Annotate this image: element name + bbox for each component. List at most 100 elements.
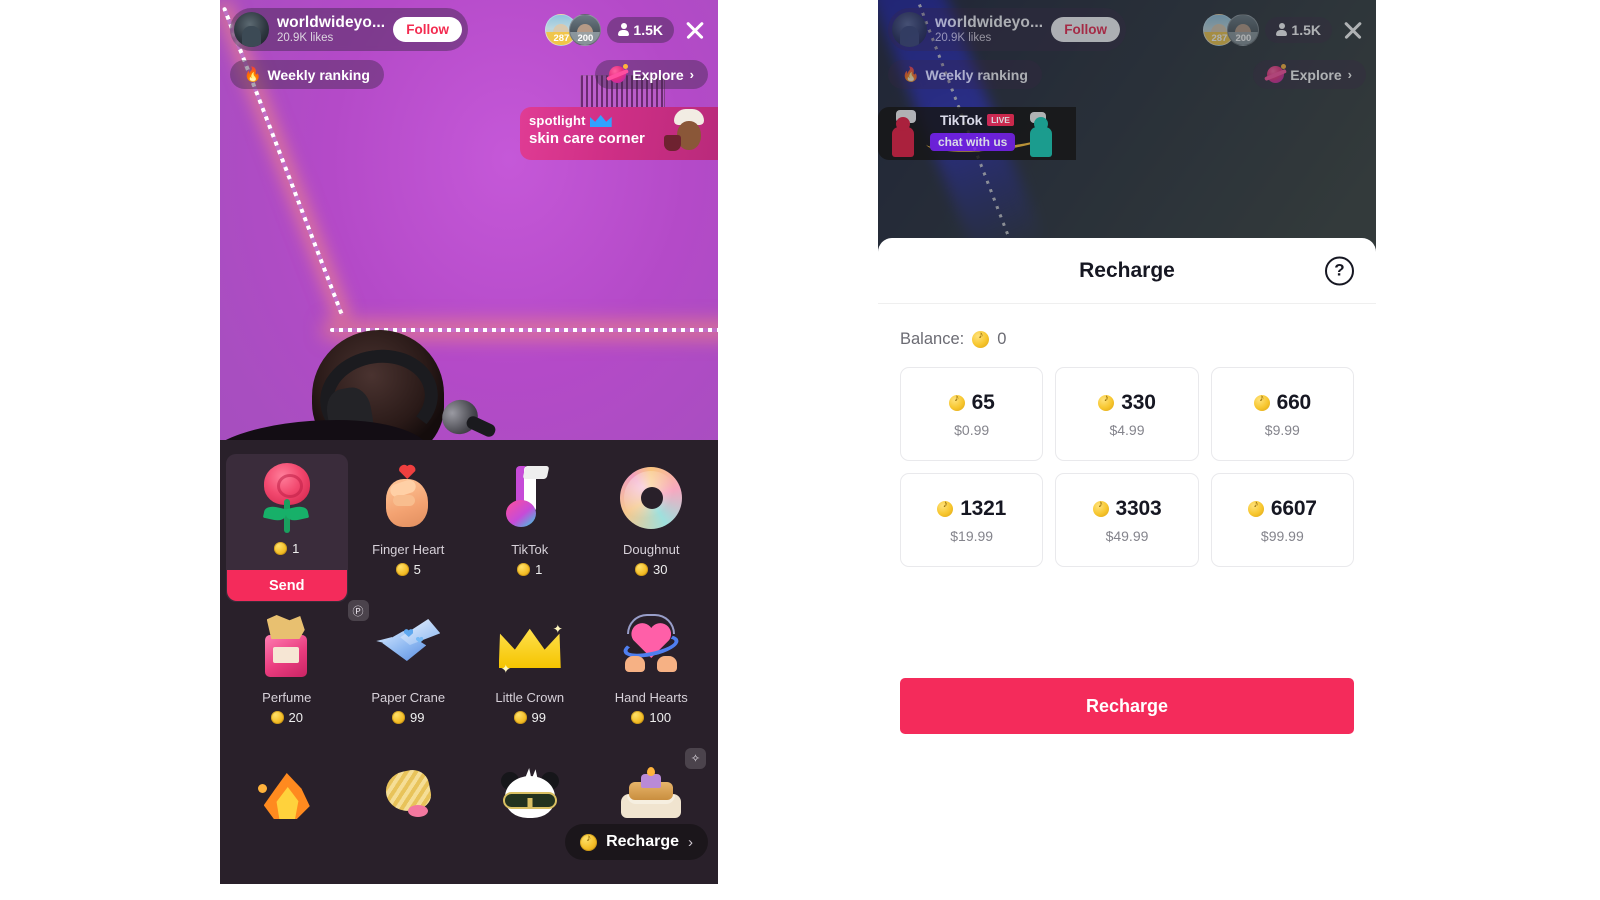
- top-gifter-avatars[interactable]: 287 200: [1203, 13, 1260, 46]
- host-avatar[interactable]: [892, 12, 927, 47]
- coin-package-option[interactable]: 65 $0.99: [900, 367, 1044, 461]
- promo-illustration: [664, 109, 712, 158]
- coin-amount: 6607: [1270, 496, 1317, 520]
- coin-amount-row: 660: [1253, 390, 1312, 415]
- viewer-count-value: 1.5K: [1291, 21, 1321, 38]
- gift-item-cake[interactable]: ✧: [591, 748, 713, 884]
- recharge-pill-button[interactable]: Recharge ›: [565, 824, 708, 860]
- follow-button[interactable]: Follow: [1051, 17, 1120, 42]
- explore-label: Explore: [632, 66, 684, 83]
- gift-item-doughnut[interactable]: Doughnut 30: [591, 454, 713, 602]
- coin-icon: [1098, 393, 1115, 411]
- balance-value: 0: [997, 330, 1007, 348]
- coin-icon: [937, 499, 954, 517]
- coin-icon: [635, 563, 649, 576]
- coin-package-grid: 65 $0.99 330 $4.99 660 $9.99: [878, 349, 1376, 567]
- host-avatar[interactable]: [234, 12, 269, 47]
- corn-icon: [363, 756, 453, 832]
- phone-left-live-gift-panel: worldwideyo... 20.9K likes Follow 287 20…: [220, 0, 718, 884]
- chat-with-us-label: chat with us: [930, 133, 1016, 151]
- coin-package-option[interactable]: 660 $9.99: [1210, 367, 1354, 461]
- live-header-right-group: 287 200 1.5K: [1203, 13, 1366, 46]
- coin-amount-row: 3303: [1092, 497, 1162, 521]
- coin-amount: 660: [1276, 390, 1312, 414]
- live-badge: LIVE: [987, 114, 1014, 126]
- top-gifter-avatar-2[interactable]: 200: [569, 13, 602, 46]
- coin-package-option[interactable]: 6607 $99.99: [1210, 473, 1354, 567]
- recharge-button[interactable]: Recharge: [900, 678, 1354, 734]
- promo-line-1: spotlight: [529, 113, 586, 128]
- gift-price-row: 100: [631, 710, 671, 725]
- page-title: Recharge: [1079, 258, 1175, 282]
- gift-name: Little Crown: [495, 690, 565, 705]
- spotlight-promo-banner[interactable]: spotlight skin care corner: [520, 107, 718, 160]
- balance-label: Balance:: [900, 330, 965, 348]
- gift-item-panda[interactable]: [469, 750, 591, 884]
- gift-price-value: 99: [410, 710, 425, 725]
- live-header-top-row: worldwideyo... 20.9K likes Follow 287 20…: [230, 8, 708, 51]
- package-price: $0.99: [954, 421, 990, 438]
- viewer-count-value: 1.5K: [633, 21, 663, 38]
- gift-item-rose[interactable]: 1 Send: [226, 454, 348, 602]
- coin-package-option[interactable]: 1321 $19.99: [900, 473, 1044, 567]
- host-like-count: 20.9K likes: [935, 31, 992, 44]
- live-header-bottom-row: 🔥 Weekly ranking Explore ›: [230, 60, 708, 89]
- gift-name: Finger Heart: [372, 542, 445, 557]
- chevron-right-icon: ›: [1347, 67, 1352, 82]
- gift-name: Hand Hearts: [614, 690, 688, 705]
- weekly-ranking-chip[interactable]: 🔥 Weekly ranking: [888, 60, 1042, 89]
- follow-button[interactable]: Follow: [393, 17, 462, 42]
- recharge-sheet-header: Recharge ?: [878, 238, 1376, 304]
- question-mark-icon[interactable]: ?: [1325, 256, 1354, 285]
- tiktok-note-icon: [485, 460, 575, 536]
- flame-icon: 🔥: [902, 66, 920, 82]
- close-icon[interactable]: [682, 17, 708, 43]
- gift-item-hand-hearts[interactable]: Hand Hearts 100: [591, 602, 713, 750]
- send-button[interactable]: Send: [227, 570, 347, 601]
- gift-name: Doughnut: [623, 542, 680, 557]
- gift-item-finger-heart[interactable]: Finger Heart 5: [348, 454, 470, 602]
- weekly-ranking-label: Weekly ranking: [267, 66, 370, 83]
- coin-icon: [948, 393, 965, 411]
- gift-price-value: 100: [649, 710, 672, 725]
- top-gifter-avatar-2[interactable]: 200: [1227, 13, 1260, 46]
- live-header-left: worldwideyo... 20.9K likes Follow 287 20…: [220, 0, 718, 97]
- coin-icon: [270, 711, 284, 724]
- coin-amount-row: 6607: [1247, 496, 1317, 521]
- coin-icon: [1247, 499, 1264, 517]
- gift-item-flame[interactable]: [226, 750, 348, 884]
- gift-item-tiktok[interactable]: TikTok 1: [469, 454, 591, 602]
- close-icon[interactable]: [1340, 17, 1366, 43]
- host-info-pill[interactable]: worldwideyo... 20.9K likes Follow: [230, 8, 468, 51]
- viewer-count-pill[interactable]: 1.5K: [607, 16, 674, 43]
- perfume-icon: [242, 608, 332, 684]
- gift-item-little-crown[interactable]: ✦ ✦ Little Crown 99: [469, 602, 591, 750]
- top-gifter-avatars[interactable]: 287 200: [545, 13, 602, 46]
- top-gifter-score-2: 200: [1228, 31, 1259, 45]
- gift-item-perfume[interactable]: Perfume 20: [226, 602, 348, 750]
- person-icon: [1276, 23, 1288, 36]
- explore-chip[interactable]: Explore ›: [1253, 60, 1366, 89]
- live-header-top-row: worldwideyo... 20.9K likes Follow 287 20…: [888, 8, 1366, 51]
- coin-amount-row: 330: [1098, 391, 1156, 415]
- gift-item-paper-crane[interactable]: Ⓟ Paper Crane 99: [347, 600, 470, 750]
- gift-item-corn[interactable]: [348, 750, 470, 884]
- gift-price-row: 5: [395, 562, 421, 577]
- coin-icon: [274, 542, 288, 555]
- gift-grid: 1 Send Finger Heart 5 TikTok 1 Doughnut …: [220, 440, 718, 884]
- explore-label: Explore: [1290, 66, 1342, 83]
- planet-icon: [609, 64, 629, 83]
- host-info-pill[interactable]: worldwideyo... 20.9K likes Follow: [888, 8, 1126, 51]
- coin-package-option[interactable]: 3303 $49.99: [1055, 473, 1199, 567]
- coin-icon: [395, 563, 409, 576]
- chevron-right-icon: ›: [688, 833, 693, 851]
- explore-chip[interactable]: Explore ›: [595, 60, 708, 89]
- coin-amount: 65: [971, 390, 995, 414]
- weekly-ranking-chip[interactable]: 🔥 Weekly ranking: [230, 60, 384, 89]
- panda-icon: [485, 756, 575, 832]
- coin-icon: [631, 711, 645, 724]
- tiktok-live-promo-banner[interactable]: TikTok LIVE chat with us: [878, 107, 1076, 160]
- gift-price-row: 20: [270, 710, 303, 725]
- coin-package-option[interactable]: 330 $4.99: [1055, 367, 1199, 461]
- viewer-count-pill[interactable]: 1.5K: [1265, 16, 1332, 43]
